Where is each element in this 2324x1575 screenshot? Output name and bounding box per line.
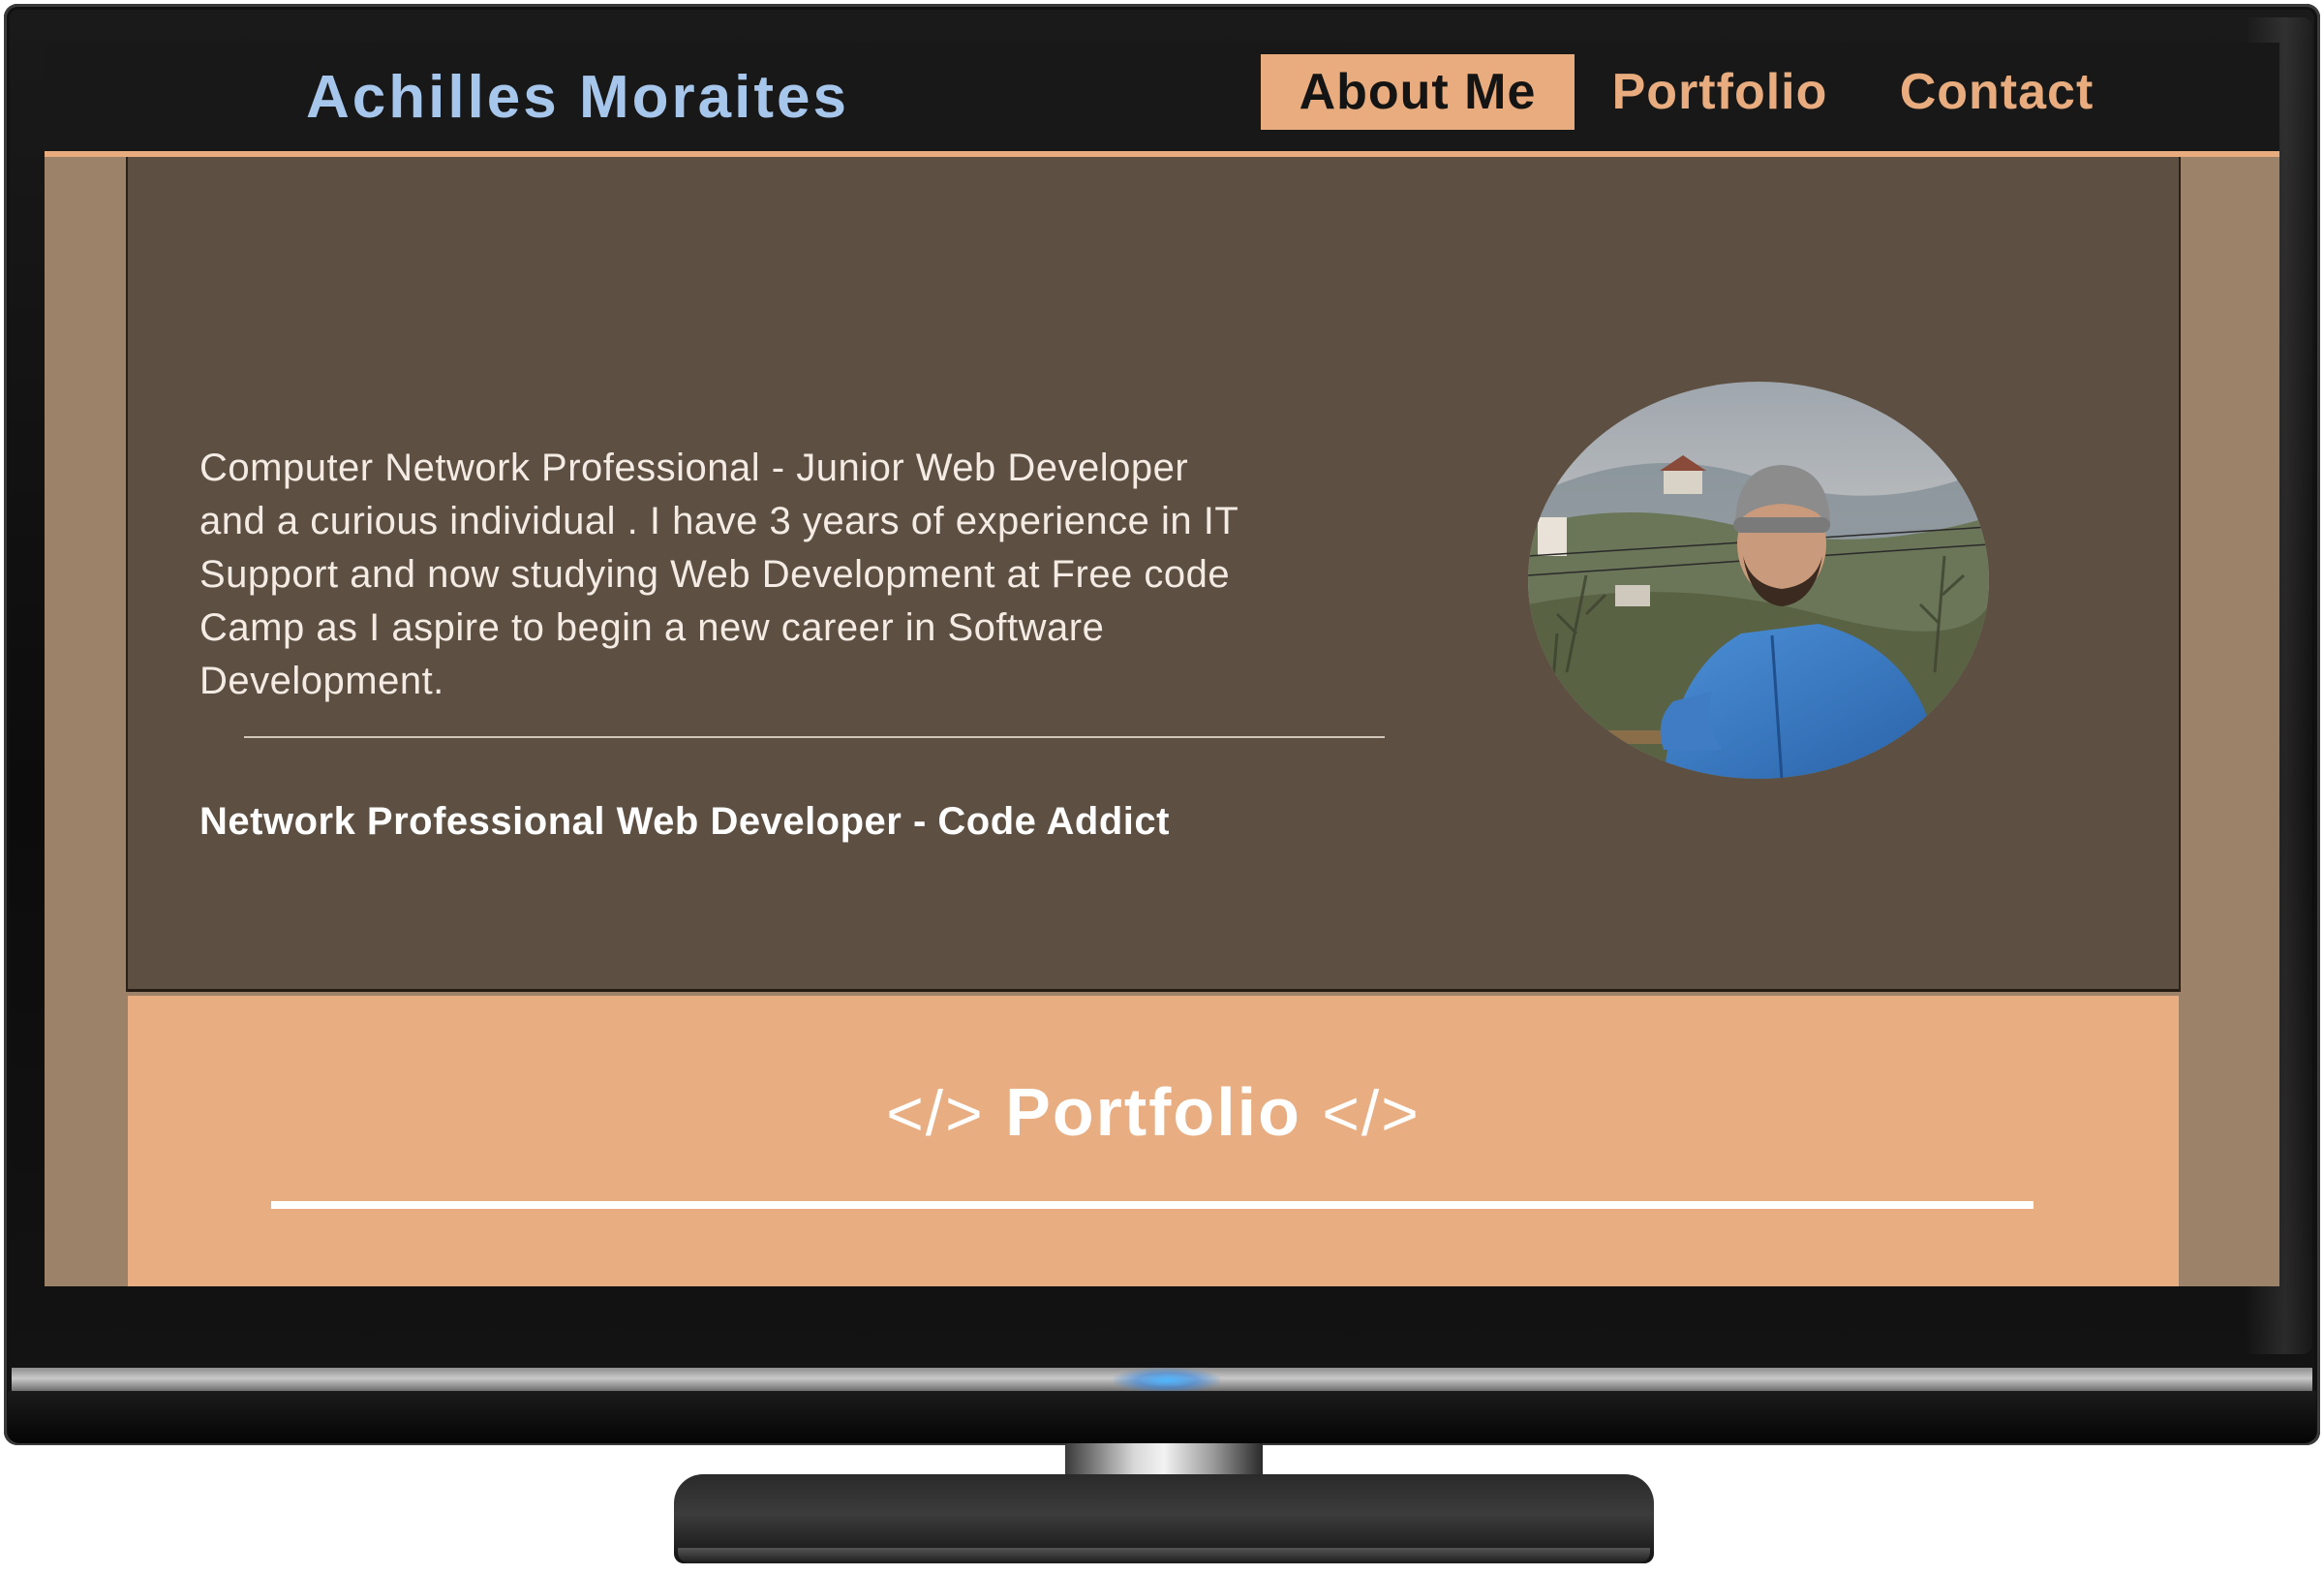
nav-portfolio[interactable]: Portfolio (1590, 54, 1850, 130)
bio-line: Support and now studying Web Development… (199, 553, 1231, 596)
top-navbar: Achilles Moraites About Me Portfolio Con… (45, 43, 2279, 151)
bio-line: and a curious individual . I have 3 year… (199, 500, 1239, 542)
tagline: Network Professional Web Developer - Cod… (199, 800, 1170, 843)
website-screen: Achilles Moraites About Me Portfolio Con… (45, 43, 2279, 1286)
profile-photo (1528, 382, 1989, 779)
code-icon: </> (1322, 1077, 1421, 1149)
bio-divider (244, 736, 1385, 738)
bio-text: Computer Network Professional - Junior W… (199, 442, 1420, 708)
monitor-chin (8, 1391, 2316, 1443)
profile-photo-illustration (1528, 382, 1989, 779)
power-led-icon (1114, 1368, 1220, 1393)
portfolio-heading: </> Portfolio </> (128, 1073, 2179, 1151)
portfolio-section: </> Portfolio </> (128, 996, 2179, 1286)
bio-line: Development. (199, 660, 444, 702)
monitor-stand-rim (678, 1548, 1650, 1563)
code-icon: </> (886, 1077, 985, 1149)
bio-line: Computer Network Professional - Junior W… (199, 447, 1189, 489)
about-section: Computer Network Professional - Junior W… (128, 157, 2179, 992)
portfolio-title: Portfolio (1005, 1074, 1301, 1150)
site-brand[interactable]: Achilles Moraites (306, 60, 849, 136)
nav-about-me[interactable]: About Me (1261, 54, 1575, 130)
portfolio-divider (271, 1201, 2034, 1209)
bio-line: Camp as I aspire to begin a new career i… (199, 606, 1105, 649)
nav-contact[interactable]: Contact (1875, 54, 2119, 130)
